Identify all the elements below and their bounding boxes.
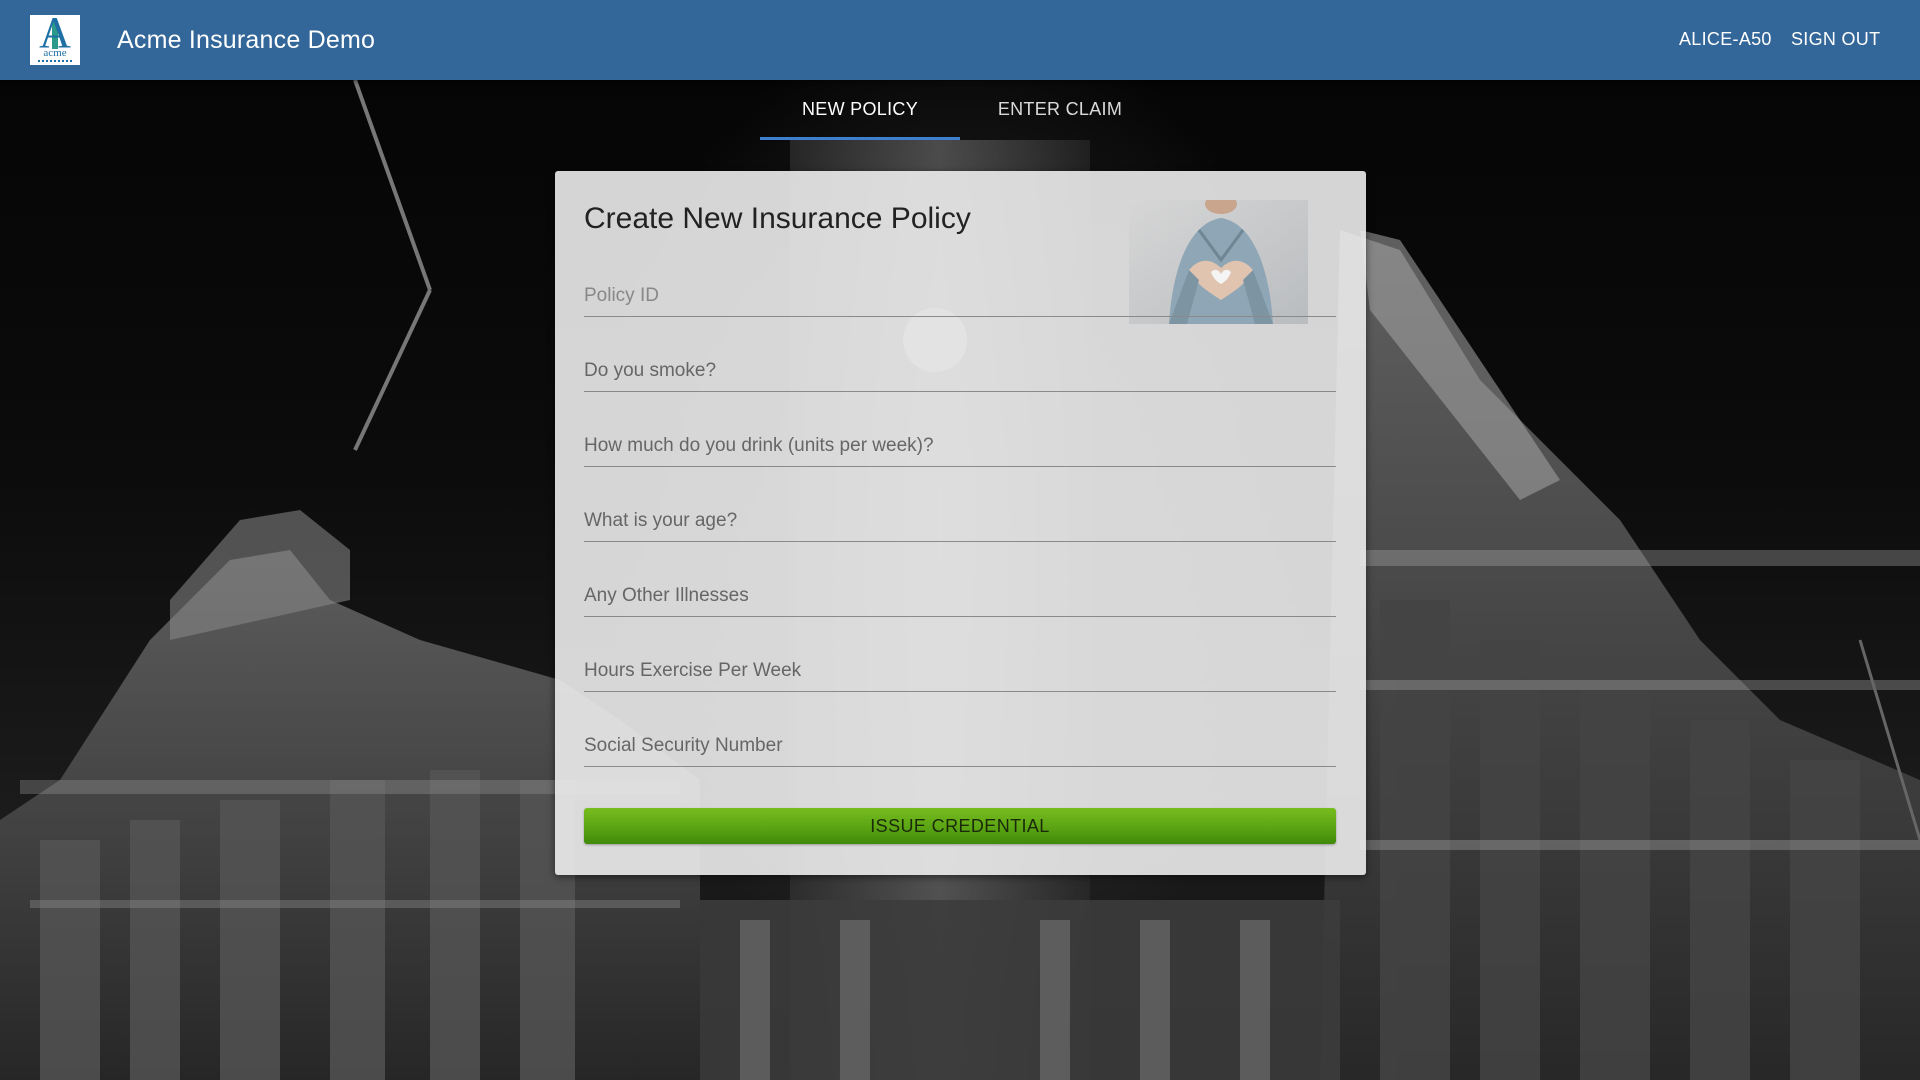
- drink-units-input[interactable]: [584, 432, 1336, 460]
- tab-bar: NEW POLICY ENTER CLAIM: [760, 80, 1160, 140]
- age-input[interactable]: [584, 507, 1336, 535]
- exercise-hours-field[interactable]: [584, 644, 1336, 692]
- acme-logo: A acme: [30, 15, 80, 65]
- current-user: ALICE-A50: [1679, 29, 1772, 49]
- smoke-input[interactable]: [584, 357, 1336, 385]
- sign-out-button[interactable]: SIGN OUT: [1791, 28, 1880, 50]
- illnesses-field[interactable]: [584, 569, 1336, 617]
- new-policy-card: Create New Insurance Policy Policy ID Do…: [555, 171, 1366, 875]
- tab-new-policy[interactable]: NEW POLICY: [760, 80, 960, 138]
- drink-units-field[interactable]: [584, 419, 1336, 467]
- issue-credential-button[interactable]: ISSUE CREDENTIAL: [584, 808, 1336, 844]
- illnesses-input[interactable]: [584, 582, 1336, 610]
- app-bar: A acme Acme Insurance Demo ALICE-A50 SIG…: [0, 0, 1920, 80]
- ssn-field[interactable]: [584, 719, 1336, 767]
- age-field[interactable]: [584, 494, 1336, 542]
- smoke-field[interactable]: [584, 344, 1336, 392]
- app-title: Acme Insurance Demo: [117, 26, 376, 54]
- active-tab-indicator: [760, 137, 960, 140]
- ssn-input[interactable]: [584, 732, 1336, 760]
- logo-dots: [38, 60, 72, 62]
- form-title: Create New Insurance Policy: [584, 202, 971, 235]
- tab-enter-claim[interactable]: ENTER CLAIM: [960, 80, 1160, 138]
- policy-id-field[interactable]: [584, 269, 1336, 317]
- exercise-hours-input[interactable]: [584, 657, 1336, 685]
- logo-word: acme: [43, 47, 67, 59]
- policy-id-input[interactable]: [584, 282, 1336, 310]
